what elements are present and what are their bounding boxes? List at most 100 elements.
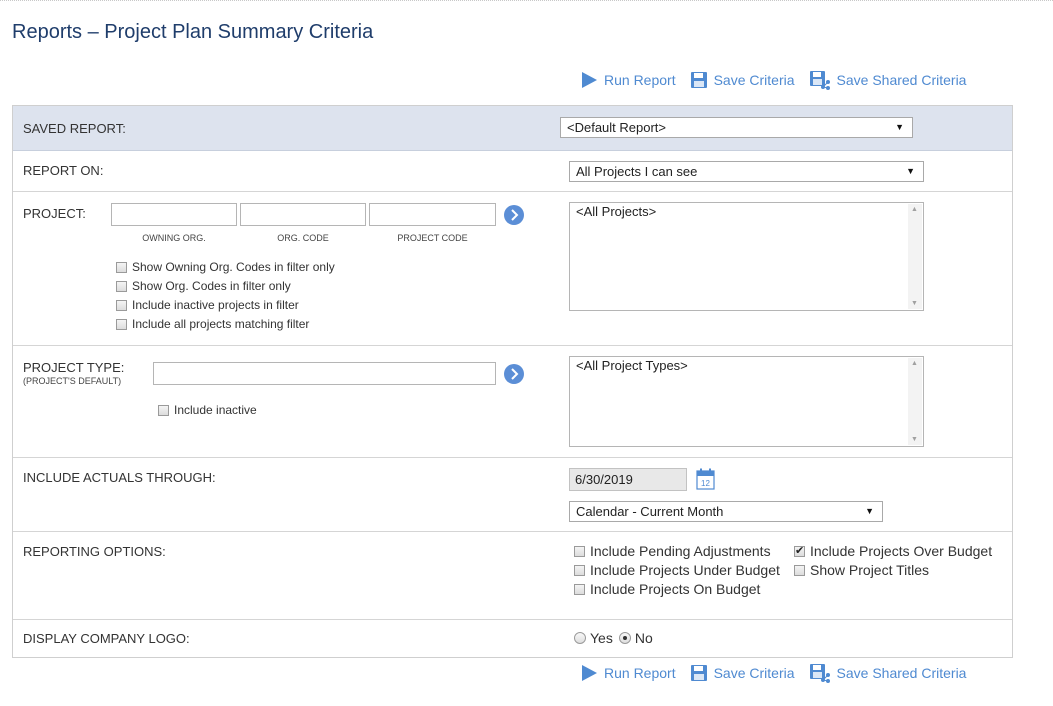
save-shared-criteria-label: Save Shared Criteria: [836, 72, 967, 88]
logo-yes-radio[interactable]: [574, 632, 586, 644]
option-label: Include inactive projects in filter: [132, 298, 299, 312]
report-on-select[interactable]: All Projects I can see ▼: [569, 161, 924, 182]
share-floppy-icon: [809, 664, 830, 683]
saved-report-row: SAVED REPORT: <Default Report> ▼: [13, 106, 1012, 151]
scroll-up-icon[interactable]: ▲: [911, 206, 918, 213]
scrollbar[interactable]: ▲ ▼: [908, 358, 922, 445]
run-report-button[interactable]: Run Report: [580, 664, 676, 682]
show-owning-org-codes-checkbox[interactable]: [116, 261, 127, 273]
report-on-row: REPORT ON: All Projects I can see ▼: [13, 151, 1012, 192]
option-show-owning-org-codes: Show Owning Org. Codes in filter only: [116, 260, 335, 274]
logo-no-radio[interactable]: [618, 632, 631, 644]
show-org-codes-checkbox[interactable]: [116, 280, 127, 292]
page-title: Reports – Project Plan Summary Criteria: [12, 21, 374, 43]
chevron-right-icon: [511, 209, 519, 221]
scrollbar[interactable]: ▲ ▼: [908, 204, 922, 309]
option-label: Include Pending Adjustments: [590, 543, 771, 559]
option-label: Show Owning Org. Codes in filter only: [132, 260, 335, 274]
pending-adjustments-checkbox[interactable]: [574, 545, 585, 557]
option-show-project-titles: Show Project Titles: [794, 562, 929, 578]
company-logo-radio-group: Yes No: [574, 630, 659, 646]
period-select[interactable]: Calendar - Current Month ▼: [569, 501, 883, 522]
option-label: Include Projects Over Budget: [810, 543, 993, 559]
reporting-options-label: REPORTING OPTIONS:: [23, 544, 166, 559]
project-type-label: PROJECT TYPE:: [23, 360, 125, 375]
save-shared-criteria-button[interactable]: Save Shared Criteria: [809, 70, 967, 90]
project-code-input[interactable]: [369, 203, 496, 226]
calendar-icon[interactable]: 12: [696, 468, 715, 490]
scroll-up-icon[interactable]: ▲: [911, 360, 918, 367]
save-shared-criteria-label: Save Shared Criteria: [836, 665, 967, 681]
logo-yes-option: Yes: [574, 630, 613, 646]
project-type-sublabel: (PROJECT'S DEFAULT): [23, 376, 122, 386]
project-filter-go-button[interactable]: [504, 205, 524, 225]
option-include-inactive-projects: Include inactive projects in filter: [116, 298, 299, 312]
save-criteria-label: Save Criteria: [713, 665, 795, 681]
on-budget-checkbox[interactable]: [574, 583, 585, 595]
over-budget-checkbox[interactable]: [794, 544, 805, 557]
org-code-caption: ORG. CODE: [277, 233, 329, 243]
bottom-action-bar: Run Report Save Criteria Save Shared Cri…: [580, 661, 980, 685]
company-logo-row: DISPLAY COMPANY LOGO: Yes No: [13, 620, 1012, 657]
under-budget-checkbox[interactable]: [574, 564, 585, 576]
saved-report-label: SAVED REPORT:: [23, 121, 126, 136]
project-type-input[interactable]: [153, 362, 496, 385]
dropdown-arrow-icon: ▼: [895, 122, 904, 132]
run-report-label: Run Report: [604, 665, 676, 681]
option-pending-adjustments: Include Pending Adjustments: [574, 543, 771, 559]
report-on-value: All Projects I can see: [576, 164, 698, 179]
projects-listbox[interactable]: <All Projects> ▲ ▼: [569, 202, 924, 311]
project-type-include-inactive-checkbox[interactable]: [158, 404, 169, 416]
play-icon: [582, 665, 597, 681]
criteria-form: SAVED REPORT: <Default Report> ▼ REPORT …: [12, 105, 1013, 658]
project-types-listbox[interactable]: <All Project Types> ▲ ▼: [569, 356, 924, 447]
option-label: Show Org. Codes in filter only: [132, 279, 291, 293]
option-label: Include inactive: [174, 403, 257, 417]
top-border: [0, 0, 1053, 3]
option-under-budget: Include Projects Under Budget: [574, 562, 780, 578]
calendar-day-text: 12: [701, 479, 710, 488]
run-report-button[interactable]: Run Report: [580, 71, 676, 89]
option-label: Include all projects matching filter: [132, 317, 310, 331]
project-row: PROJECT: OWNING ORG. ORG. CODE PROJECT C…: [13, 192, 1012, 346]
org-code-input[interactable]: [240, 203, 366, 226]
list-item[interactable]: <All Project Types>: [576, 358, 688, 373]
scroll-down-icon[interactable]: ▼: [911, 436, 918, 443]
owning-org-input[interactable]: [111, 203, 237, 226]
actuals-date-input[interactable]: 6/30/2019: [569, 468, 687, 491]
company-logo-label: DISPLAY COMPANY LOGO:: [23, 631, 190, 646]
reporting-options-row: REPORTING OPTIONS: Include Pending Adjus…: [13, 532, 1012, 620]
option-label: Include Projects On Budget: [590, 581, 761, 597]
list-item[interactable]: <All Projects>: [576, 204, 656, 219]
scroll-down-icon[interactable]: ▼: [911, 300, 918, 307]
saved-report-value: <Default Report>: [567, 120, 667, 135]
period-value: Calendar - Current Month: [576, 504, 724, 519]
radio-label: Yes: [590, 630, 613, 646]
dropdown-arrow-icon: ▼: [906, 166, 915, 176]
project-code-caption: PROJECT CODE: [397, 233, 468, 243]
show-project-titles-checkbox[interactable]: [794, 564, 805, 576]
option-label: Include Projects Under Budget: [590, 562, 780, 578]
play-icon: [582, 72, 597, 88]
save-shared-criteria-button[interactable]: Save Shared Criteria: [809, 663, 967, 683]
save-criteria-button[interactable]: Save Criteria: [690, 71, 795, 89]
actuals-row: INCLUDE ACTUALS THROUGH: 6/30/2019 12 Ca…: [13, 458, 1012, 532]
include-inactive-projects-checkbox[interactable]: [116, 299, 127, 311]
run-report-label: Run Report: [604, 72, 676, 88]
share-floppy-icon: [809, 71, 830, 90]
project-type-row: PROJECT TYPE: (PROJECT'S DEFAULT) Includ…: [13, 346, 1012, 458]
option-show-org-codes: Show Org. Codes in filter only: [116, 279, 291, 293]
option-label: Show Project Titles: [810, 562, 930, 578]
project-type-go-button[interactable]: [504, 364, 524, 384]
logo-no-option: No: [618, 630, 653, 646]
include-all-matching-checkbox[interactable]: [116, 318, 127, 330]
save-criteria-button[interactable]: Save Criteria: [690, 664, 795, 682]
top-action-bar: Run Report Save Criteria Save Shared Cri…: [580, 68, 980, 92]
option-on-budget: Include Projects On Budget: [574, 581, 760, 597]
option-project-type-include-inactive: Include inactive: [158, 403, 257, 417]
floppy-disk-icon: [690, 665, 707, 681]
radio-label: No: [634, 630, 653, 646]
actuals-label: INCLUDE ACTUALS THROUGH:: [23, 470, 216, 485]
owning-org-caption: OWNING ORG.: [142, 233, 206, 243]
saved-report-select[interactable]: <Default Report> ▼: [560, 117, 913, 138]
